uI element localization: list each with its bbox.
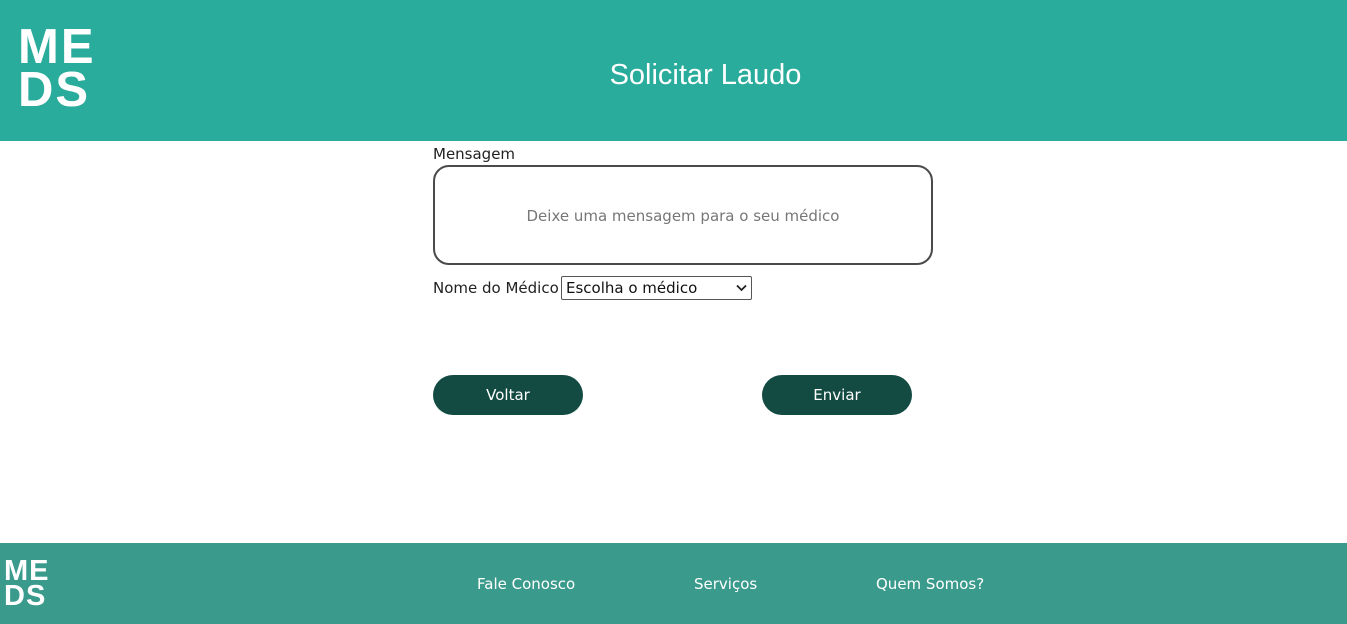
footer-meds-logo[interactable]: ME DS [4, 557, 50, 612]
footer-link-quem-somos[interactable]: Quem Somos? [876, 575, 984, 593]
chevron-down-icon [736, 282, 747, 295]
back-button[interactable]: Voltar [433, 375, 583, 415]
footer-link-servicos[interactable]: Serviços [694, 575, 757, 593]
footer-logo-line-2: DS [4, 580, 47, 612]
doctor-name-label: Nome do Médico [433, 279, 559, 297]
message-textarea[interactable] [433, 165, 933, 265]
doctor-select-value: Escolha o médico [566, 279, 698, 297]
page-header: ME DS Solicitar Laudo [0, 0, 1347, 141]
page-title: Solicitar Laudo [609, 59, 802, 91]
page-footer: ME DS Fale Conosco Serviços Quem Somos? [0, 543, 1347, 624]
message-label: Mensagem [433, 145, 516, 163]
footer-link-fale-conosco[interactable]: Fale Conosco [477, 575, 575, 593]
doctor-select[interactable]: Escolha o médico [561, 276, 752, 300]
submit-button[interactable]: Enviar [762, 375, 912, 415]
